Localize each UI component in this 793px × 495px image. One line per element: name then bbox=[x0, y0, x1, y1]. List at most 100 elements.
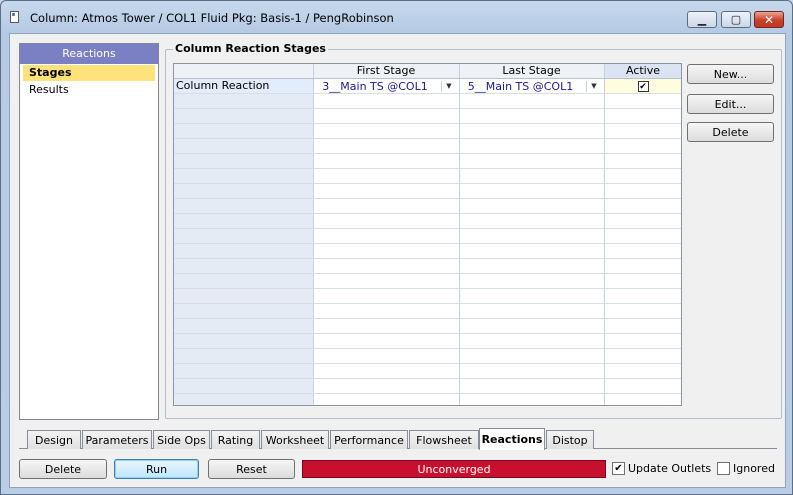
empty-grid-cell bbox=[604, 243, 681, 259]
delete-reaction-button[interactable]: Delete bbox=[687, 122, 774, 142]
empty-grid-cell bbox=[604, 138, 681, 154]
empty-grid-cell bbox=[174, 318, 314, 334]
maximize-button[interactable]: ▢ bbox=[721, 11, 751, 28]
empty-grid-row bbox=[174, 303, 681, 319]
tab-rating[interactable]: Rating bbox=[211, 430, 260, 449]
chevron-down-icon[interactable]: ▼ bbox=[585, 80, 602, 92]
empty-grid-row bbox=[174, 348, 681, 364]
close-button[interactable]: ✕ bbox=[754, 11, 784, 28]
empty-grid-cell bbox=[174, 393, 314, 405]
chevron-down-icon[interactable]: ▼ bbox=[440, 80, 457, 92]
empty-grid-row bbox=[174, 363, 681, 379]
empty-grid-cell bbox=[459, 318, 605, 334]
empty-grid-cell bbox=[313, 138, 460, 154]
empty-grid-cell bbox=[604, 93, 681, 109]
ignored-checkbox[interactable] bbox=[717, 462, 730, 475]
empty-grid-cell bbox=[459, 333, 605, 349]
empty-grid-cell bbox=[174, 153, 314, 169]
empty-grid-cell bbox=[174, 168, 314, 184]
nav-item-results[interactable]: Results bbox=[23, 82, 155, 98]
reaction-stages-grid: First Stage Last Stage Active Column Rea… bbox=[173, 63, 682, 406]
tab-reactions[interactable]: Reactions bbox=[479, 428, 545, 450]
maximize-icon: ▢ bbox=[730, 13, 742, 26]
column-header-active: Active bbox=[604, 64, 681, 79]
tab-flowsheet[interactable]: Flowsheet bbox=[409, 430, 479, 449]
nav-item-stages[interactable]: Stages bbox=[23, 65, 155, 81]
tab-distop[interactable]: Distop bbox=[546, 430, 594, 449]
empty-grid-row bbox=[174, 183, 681, 199]
column-header-first-stage: First Stage bbox=[313, 64, 460, 79]
run-button[interactable]: Run bbox=[114, 459, 199, 479]
empty-grid-row bbox=[174, 213, 681, 229]
empty-grid-cell bbox=[459, 348, 605, 364]
empty-grid-row bbox=[174, 273, 681, 289]
empty-grid-row bbox=[174, 318, 681, 334]
empty-grid-cell bbox=[174, 348, 314, 364]
empty-grid-cell bbox=[459, 303, 605, 319]
empty-grid-cell bbox=[459, 228, 605, 244]
empty-grid-cell bbox=[459, 198, 605, 214]
empty-grid-row bbox=[174, 288, 681, 304]
empty-grid-cell bbox=[174, 288, 314, 304]
status-bar: Unconverged bbox=[302, 460, 606, 478]
window-client-area: Reactions Stages Results Column Reaction… bbox=[9, 33, 786, 488]
minimize-button[interactable]: ▁ bbox=[687, 11, 717, 28]
empty-grid-cell bbox=[313, 108, 460, 124]
empty-grid-row bbox=[174, 378, 681, 394]
first-stage-value: 3__Main TS @COL1 bbox=[322, 79, 428, 93]
empty-grid-cell bbox=[604, 108, 681, 124]
tab-performance[interactable]: Performance bbox=[330, 430, 408, 449]
empty-grid-cell bbox=[604, 333, 681, 349]
ignored-toggle[interactable]: Ignored bbox=[717, 462, 775, 475]
empty-grid-cell bbox=[174, 108, 314, 124]
minimize-icon: ▁ bbox=[697, 13, 707, 26]
empty-grid-cell bbox=[604, 363, 681, 379]
reset-button[interactable]: Reset bbox=[208, 459, 295, 479]
group-title: Column Reaction Stages bbox=[173, 42, 328, 55]
empty-grid-cell bbox=[313, 168, 460, 184]
empty-grid-cell bbox=[459, 393, 605, 405]
empty-grid-row bbox=[174, 108, 681, 124]
empty-grid-cell bbox=[313, 93, 460, 109]
empty-grid-cell bbox=[313, 318, 460, 334]
empty-grid-cell bbox=[174, 93, 314, 109]
empty-grid-cell bbox=[313, 228, 460, 244]
empty-grid-cell bbox=[313, 183, 460, 199]
empty-grid-cell bbox=[313, 348, 460, 364]
empty-grid-cell bbox=[459, 363, 605, 379]
active-cell[interactable]: ✔ bbox=[604, 78, 681, 94]
title-bar[interactable]: Column: Atmos Tower / COL1 Fluid Pkg: Ba… bbox=[1, 1, 792, 33]
tab-side-ops[interactable]: Side Ops bbox=[153, 430, 210, 449]
active-checkbox[interactable]: ✔ bbox=[637, 80, 649, 92]
last-stage-cell[interactable]: 5__Main TS @COL1 ▼ bbox=[459, 78, 605, 94]
empty-grid-cell bbox=[174, 363, 314, 379]
delete-column-button[interactable]: Delete bbox=[19, 459, 107, 479]
empty-grid-cell bbox=[313, 288, 460, 304]
update-outlets-toggle[interactable]: ✔ Update Outlets bbox=[612, 462, 711, 475]
empty-grid-row bbox=[174, 168, 681, 184]
empty-grid-cell bbox=[459, 183, 605, 199]
empty-grid-cell bbox=[174, 183, 314, 199]
update-outlets-checkbox[interactable]: ✔ bbox=[612, 462, 625, 475]
empty-grid-cell bbox=[313, 393, 460, 405]
empty-grid-cell bbox=[604, 123, 681, 139]
empty-grid-cell bbox=[313, 273, 460, 289]
window-title: Column: Atmos Tower / COL1 Fluid Pkg: Ba… bbox=[30, 11, 394, 25]
tab-worksheet[interactable]: Worksheet bbox=[261, 430, 329, 449]
empty-grid-cell bbox=[313, 123, 460, 139]
empty-grid-cell bbox=[174, 243, 314, 259]
empty-grid-cell bbox=[174, 303, 314, 319]
table-row[interactable]: Column Reaction 3__Main TS @COL1 ▼ 5__Ma… bbox=[174, 78, 681, 94]
empty-grid-cell bbox=[459, 138, 605, 154]
empty-grid-row bbox=[174, 243, 681, 259]
row-name-cell[interactable]: Column Reaction bbox=[174, 78, 314, 94]
edit-button[interactable]: Edit... bbox=[687, 94, 774, 114]
empty-grid-cell bbox=[313, 378, 460, 394]
tab-design[interactable]: Design bbox=[27, 430, 81, 449]
tab-parameters[interactable]: Parameters bbox=[82, 430, 152, 449]
empty-grid-cell bbox=[604, 153, 681, 169]
first-stage-cell[interactable]: 3__Main TS @COL1 ▼ bbox=[313, 78, 460, 94]
new-button[interactable]: New... bbox=[687, 64, 774, 84]
empty-grid-cell bbox=[313, 153, 460, 169]
grid-table: First Stage Last Stage Active Column Rea… bbox=[174, 64, 681, 405]
